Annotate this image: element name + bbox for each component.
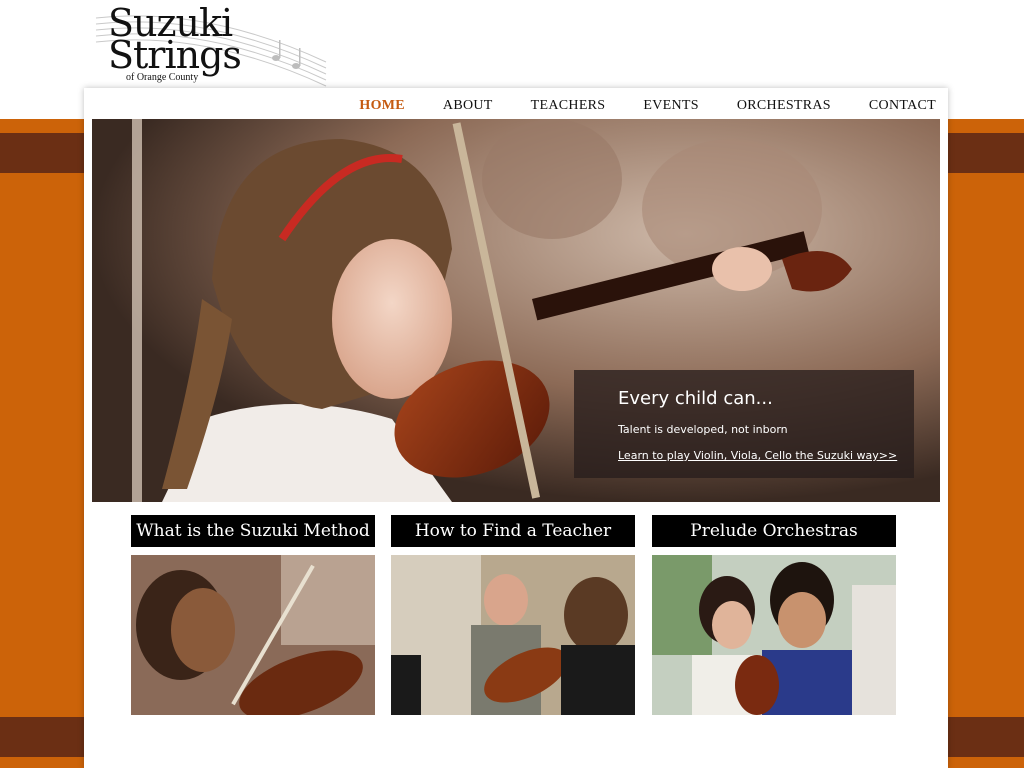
photo-young-cellists (652, 555, 896, 715)
nav-teachers[interactable]: TEACHERS (512, 96, 625, 118)
photo-girl-violin (131, 555, 375, 715)
hero-headline: Every child can... (618, 388, 773, 409)
nav-home[interactable]: HOME (340, 96, 424, 118)
hero-learn-link[interactable]: Learn to play Violin, Viola, Cello the S… (618, 449, 897, 462)
band-stripe (946, 717, 1024, 757)
nav-about[interactable]: ABOUT (424, 96, 512, 118)
feature-title[interactable]: Prelude Orchestras (652, 515, 896, 547)
nav-contact[interactable]: CONTACT (850, 96, 936, 118)
feature-image[interactable] (652, 555, 896, 715)
feature-image[interactable] (131, 555, 375, 715)
photo-teacher-student (391, 555, 635, 715)
main-panel: HOME ABOUT TEACHERS EVENTS ORCHESTRAS CO… (84, 88, 948, 768)
feature-image[interactable] (391, 555, 635, 715)
left-decorative-band (0, 119, 84, 768)
band-stripe (0, 133, 84, 173)
band-stripe (0, 717, 84, 757)
right-decorative-band (946, 119, 1024, 768)
band-stripe (946, 133, 1024, 173)
nav-orchestras[interactable]: ORCHESTRAS (718, 96, 850, 118)
feature-suzuki-method[interactable]: What is the Suzuki Method (131, 515, 375, 715)
hero-subline: Talent is developed, not inborn (618, 423, 788, 436)
feature-title[interactable]: How to Find a Teacher (391, 515, 635, 547)
feature-title[interactable]: What is the Suzuki Method (131, 515, 375, 547)
feature-find-teacher[interactable]: How to Find a Teacher (391, 515, 635, 715)
hero-banner: Every child can... Talent is developed, … (92, 119, 940, 502)
main-nav: HOME ABOUT TEACHERS EVENTS ORCHESTRAS CO… (340, 96, 936, 118)
hero-caption: Every child can... Talent is developed, … (574, 370, 914, 478)
logo-tagline: of Orange County (126, 72, 199, 83)
nav-events[interactable]: EVENTS (624, 96, 717, 118)
logo-word-strings: Strings (108, 33, 242, 77)
site-logo[interactable]: Suzuki Strings of Orange County (86, 0, 336, 88)
feature-prelude-orchestras[interactable]: Prelude Orchestras (652, 515, 896, 715)
